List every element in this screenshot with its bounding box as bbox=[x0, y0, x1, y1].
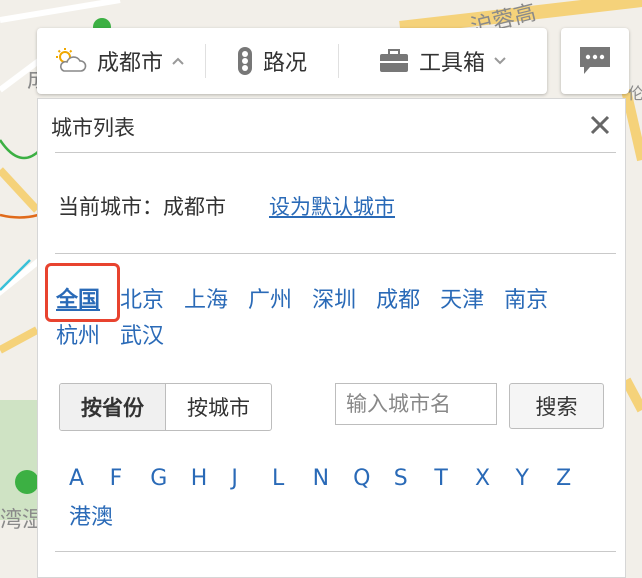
chevron-up-icon bbox=[172, 57, 184, 65]
tab-by-city[interactable]: 按城市 bbox=[166, 384, 271, 430]
toolbox-button[interactable]: 工具箱 bbox=[339, 28, 547, 94]
city-link[interactable]: 深圳 bbox=[312, 285, 356, 317]
current-city-label: 成都市 bbox=[97, 51, 164, 76]
city-search-input[interactable] bbox=[335, 383, 497, 425]
traffic-button[interactable]: 路况 bbox=[206, 28, 338, 94]
letter-link[interactable]: A bbox=[69, 463, 110, 495]
city-link[interactable]: 天津 bbox=[440, 285, 484, 317]
map-toolbar: 成都市 路况 工具箱 bbox=[37, 28, 547, 94]
city-link[interactable]: 广州 bbox=[248, 285, 292, 317]
letter-link[interactable]: X bbox=[475, 463, 516, 495]
toolbox-label: 工具箱 bbox=[418, 51, 485, 76]
message-button[interactable] bbox=[561, 28, 629, 94]
letter-link[interactable]: T bbox=[434, 463, 475, 495]
letter-link[interactable]: N bbox=[313, 463, 354, 495]
close-icon[interactable] bbox=[589, 114, 611, 136]
region-link-hk-macau[interactable]: 港澳 bbox=[69, 499, 113, 531]
letter-link[interactable]: Q bbox=[353, 463, 394, 495]
set-default-city-link[interactable]: 设为默认城市 bbox=[269, 191, 395, 221]
letter-link[interactable]: Z bbox=[556, 463, 597, 495]
city-list-panel: 城市列表 当前城市：成都市 设为默认城市 全国 北京 上海 广州 深圳 成都 天… bbox=[37, 98, 626, 578]
city-link[interactable]: 武汉 bbox=[120, 321, 164, 353]
current-city-text: 当前城市：成都市 bbox=[58, 195, 226, 219]
weather-partly-cloudy-icon bbox=[56, 48, 87, 72]
traffic-light-icon bbox=[237, 47, 252, 75]
letter-link[interactable]: L bbox=[272, 463, 313, 495]
letter-link[interactable]: F bbox=[110, 463, 151, 495]
city-link[interactable]: 成都 bbox=[376, 285, 420, 317]
letter-link[interactable]: G bbox=[150, 463, 191, 495]
chevron-down-icon bbox=[494, 57, 506, 65]
city-selector[interactable]: 成都市 bbox=[37, 28, 205, 94]
city-link[interactable]: 上海 bbox=[184, 285, 228, 317]
browse-mode-toggle: 按省份 按城市 bbox=[59, 383, 272, 431]
divider bbox=[55, 253, 616, 254]
map-place-label: 伦 bbox=[628, 84, 642, 103]
traffic-label: 路况 bbox=[262, 51, 307, 76]
letter-index: A F G H J L N Q S T X Y Z bbox=[69, 463, 599, 495]
letter-link[interactable]: J bbox=[231, 463, 272, 495]
letter-link[interactable]: H bbox=[191, 463, 232, 495]
search-button[interactable]: 搜索 bbox=[509, 383, 604, 429]
tab-by-province[interactable]: 按省份 bbox=[60, 384, 166, 430]
letter-link[interactable]: Y bbox=[516, 463, 557, 495]
divider bbox=[55, 551, 616, 552]
divider bbox=[55, 152, 616, 153]
city-link[interactable]: 南京 bbox=[504, 285, 548, 317]
toolbox-icon bbox=[379, 49, 408, 72]
city-link[interactable]: 北京 bbox=[120, 285, 164, 317]
chat-bubble-icon bbox=[580, 47, 610, 74]
panel-title: 城市列表 bbox=[51, 116, 135, 140]
quick-city-list: 全国 北京 上海 广州 深圳 成都 天津 南京 杭州 武汉 bbox=[56, 285, 576, 353]
city-link-nationwide[interactable]: 全国 bbox=[56, 285, 100, 317]
city-link[interactable]: 杭州 bbox=[56, 321, 100, 353]
letter-link[interactable]: S bbox=[394, 463, 435, 495]
